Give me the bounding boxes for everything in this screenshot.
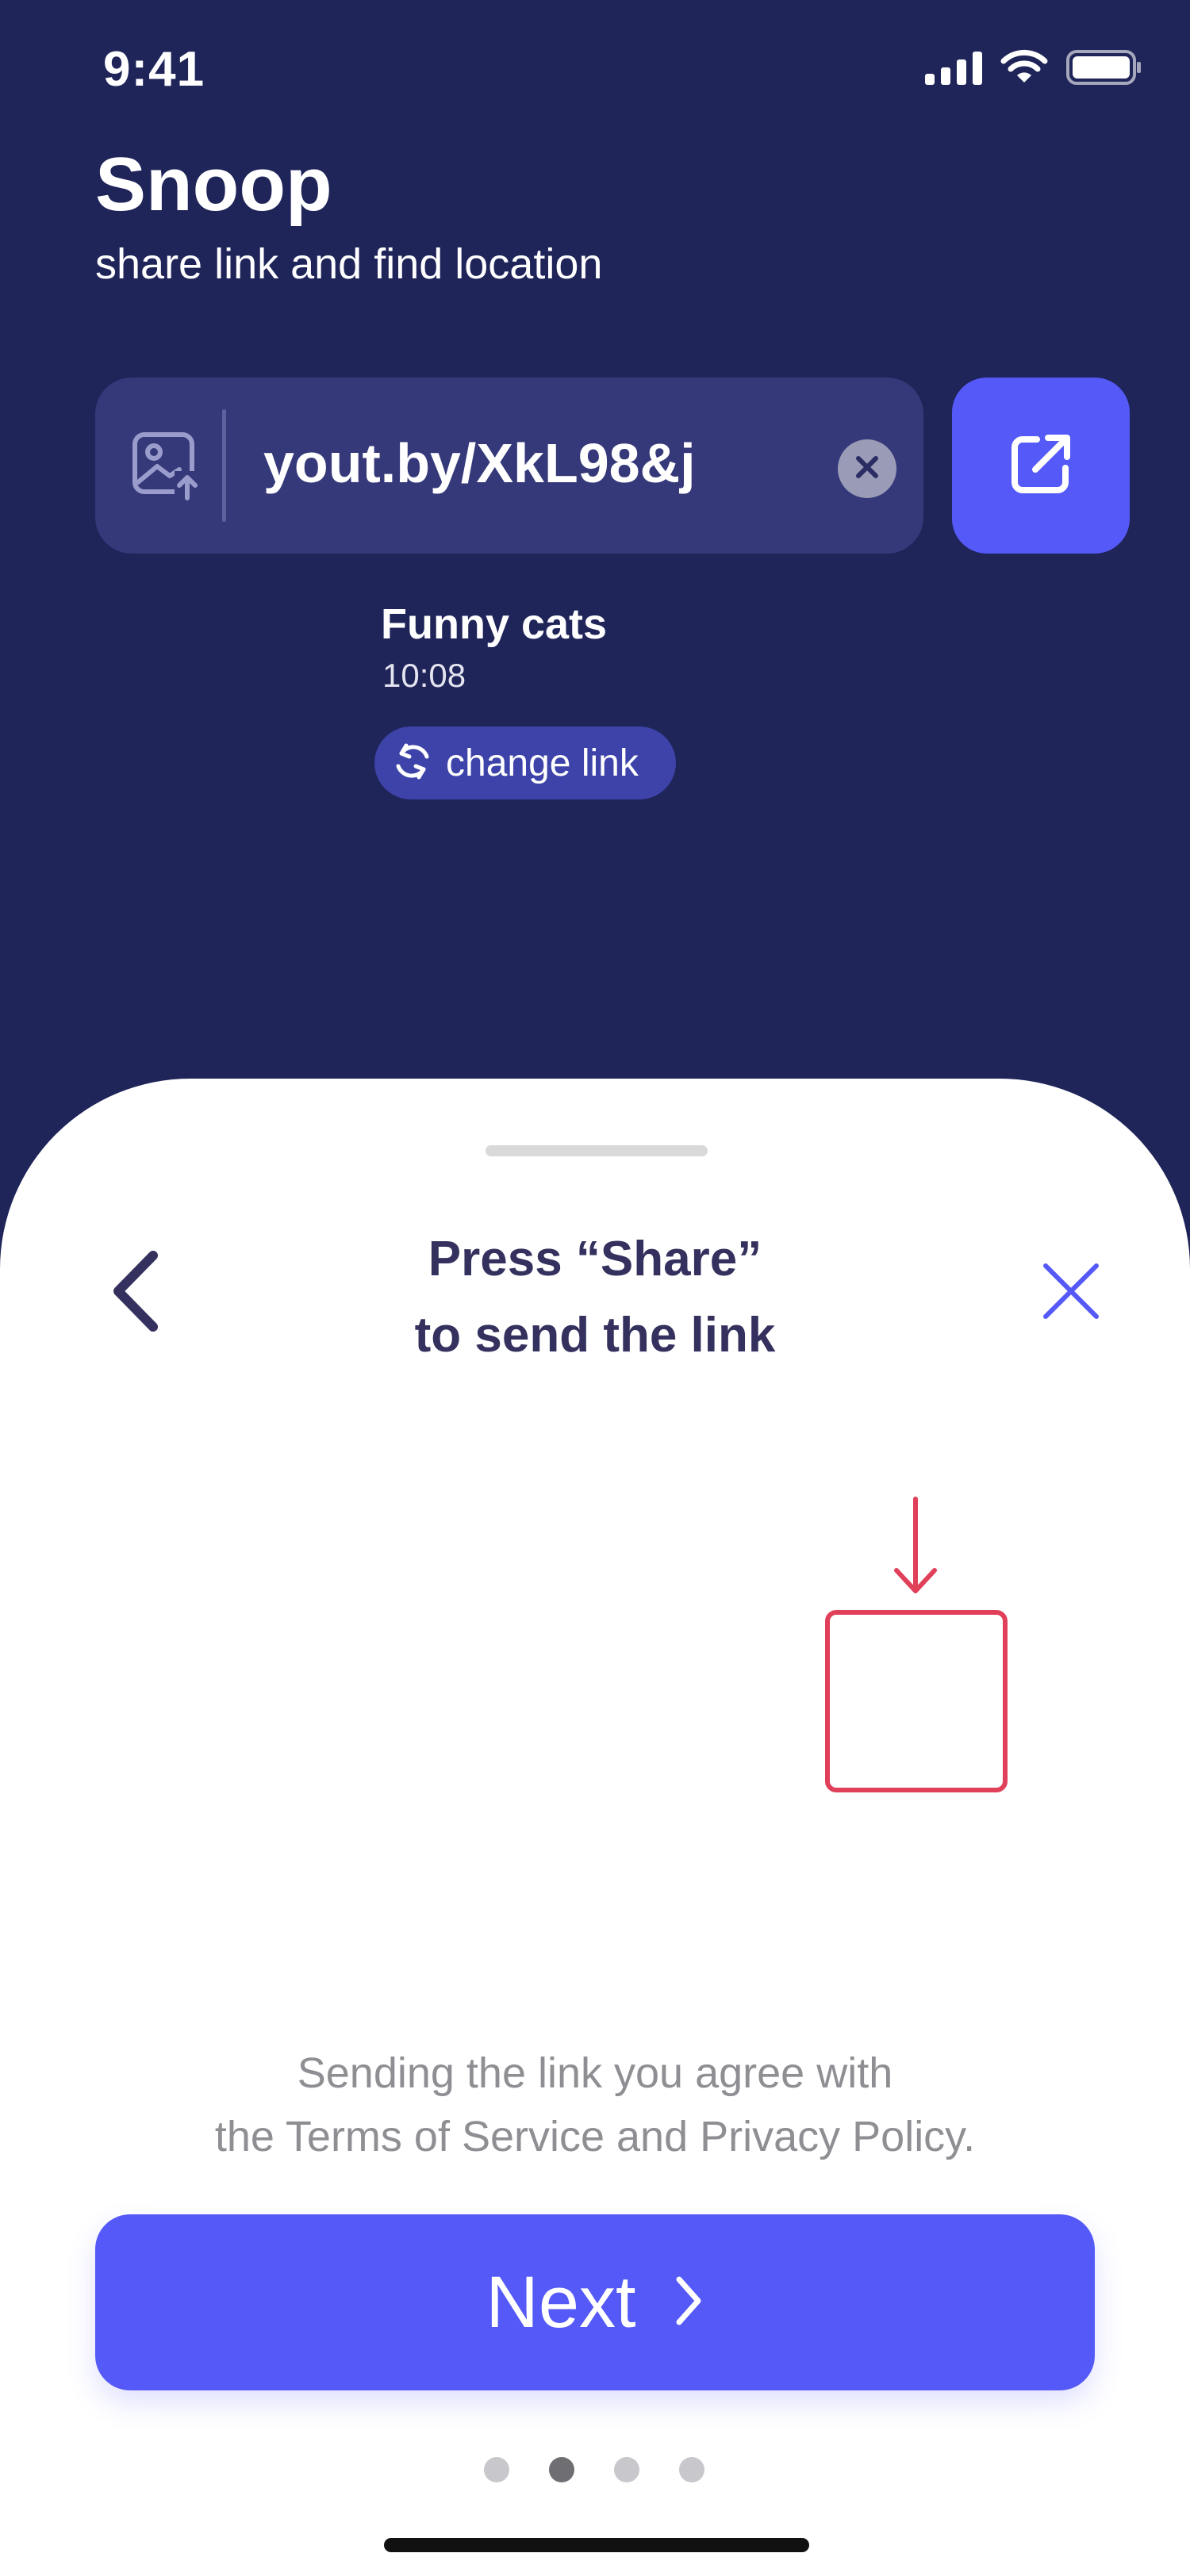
change-link-label: change link — [446, 742, 639, 784]
sheet-title: Press “Share” to send the link — [278, 1221, 912, 1374]
refresh-icon — [390, 739, 435, 788]
pager-dot[interactable] — [484, 2457, 509, 2482]
next-button[interactable]: Next — [95, 2214, 1095, 2390]
wifi-icon — [1000, 49, 1049, 86]
field-divider — [222, 409, 226, 522]
open-external-icon — [1005, 428, 1077, 504]
next-label: Next — [486, 2261, 636, 2343]
page-indicator — [484, 2457, 704, 2482]
chevron-right-icon — [673, 2275, 704, 2331]
pager-dot[interactable] — [679, 2457, 704, 2482]
pager-dot-active[interactable] — [549, 2457, 574, 2482]
cellular-signal-icon — [925, 50, 982, 85]
link-field[interactable]: yout.by/XkL98&j — [95, 378, 923, 554]
video-time: 10:08 — [382, 657, 466, 694]
chevron-left-icon — [107, 1248, 163, 1339]
link-input[interactable]: yout.by/XkL98&j — [263, 431, 696, 495]
battery-icon — [1066, 49, 1142, 86]
status-bar: 9:41 — [0, 0, 1190, 143]
sheet-title-line-2: to send the link — [414, 1308, 776, 1363]
clear-icon — [854, 454, 881, 485]
drag-handle[interactable] — [486, 1145, 708, 1156]
back-button[interactable] — [95, 1237, 175, 1348]
app-title: Snoop — [95, 142, 332, 227]
status-icons — [925, 49, 1142, 86]
image-upload-icon[interactable] — [129, 427, 205, 503]
terms-line-2: the Terms of Service and Privacy Policy. — [214, 2113, 976, 2160]
video-title: Funny cats — [381, 600, 608, 648]
share-link-button[interactable] — [952, 378, 1130, 554]
close-button[interactable] — [1031, 1253, 1111, 1332]
clear-button[interactable] — [838, 439, 896, 498]
app-subtitle: share link and find location — [95, 240, 603, 288]
terms-line-1: Sending the link you agree with — [297, 2049, 893, 2097]
status-time: 9:41 — [103, 42, 205, 97]
bottom-sheet: Press “Share” to send the link Sending t… — [0, 1079, 1190, 2576]
change-link-button[interactable]: change link — [374, 726, 676, 799]
home-indicator[interactable] — [384, 2538, 809, 2552]
close-icon — [1041, 1261, 1101, 1325]
pager-dot[interactable] — [614, 2457, 639, 2482]
terms-text: Sending the link you agree with the Term… — [119, 2041, 1071, 2168]
arrow-down-icon — [892, 1496, 939, 1599]
sheet-title-line-1: Press “Share” — [428, 1232, 762, 1286]
share-target-highlight — [825, 1610, 1008, 1792]
